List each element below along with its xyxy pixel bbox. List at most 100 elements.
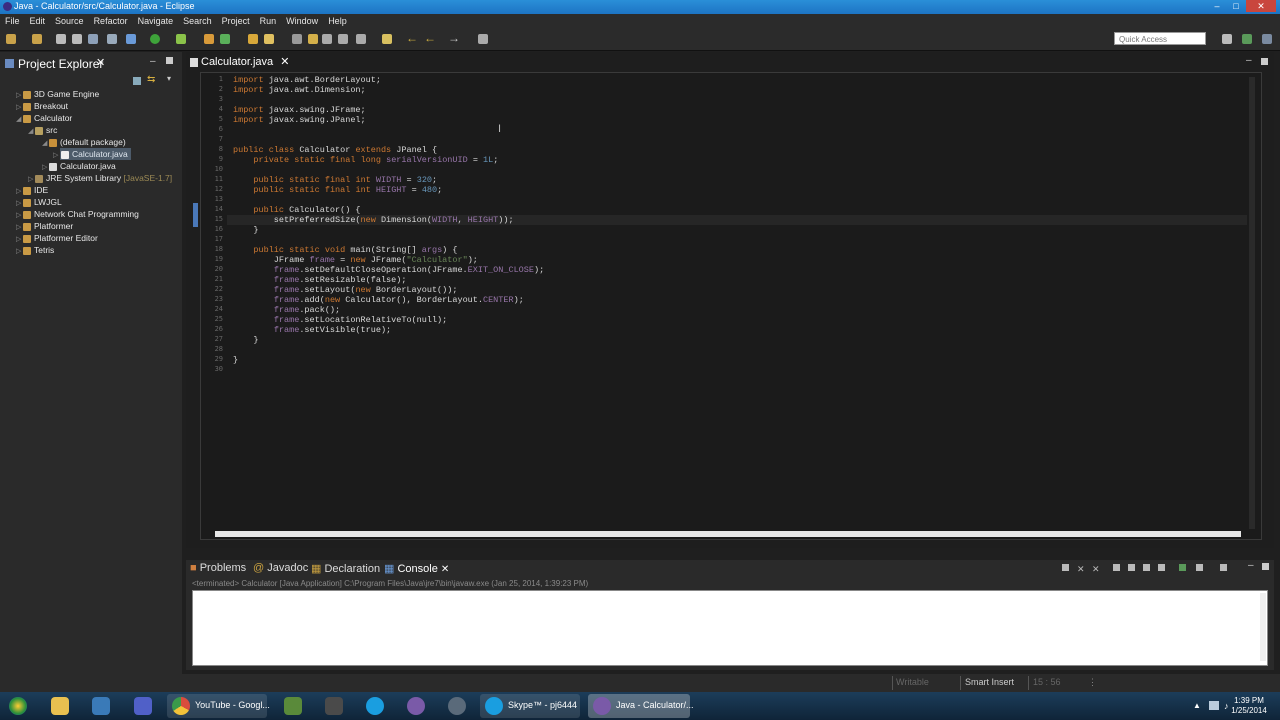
view-menu-icon[interactable]: ▾ [167, 74, 171, 83]
code-line[interactable]: frame.add(new Calculator(), BorderLayout… [233, 295, 524, 305]
toggle-mark-icon[interactable] [292, 34, 302, 44]
tab-javadoc[interactable]: @ Javadoc [253, 562, 308, 574]
sublime-task[interactable] [318, 694, 350, 718]
project-explorer-tab[interactable]: Project Explorer ✕ – [0, 56, 182, 72]
back-arrow-icon[interactable]: ← [406, 31, 418, 45]
scroll-lock-icon[interactable] [1128, 564, 1135, 571]
close-console-icon[interactable]: ✕ [441, 564, 449, 575]
back-history-icon[interactable]: ← [424, 31, 436, 45]
console-scrollbar[interactable] [1260, 593, 1266, 661]
code-line[interactable]: public static final int WIDTH = 320; [233, 175, 437, 185]
remove-launch-icon[interactable]: ✕ [1077, 564, 1085, 575]
debug-perspective-icon[interactable] [1262, 34, 1272, 44]
block-selection-icon[interactable] [338, 34, 348, 44]
settings-icon[interactable] [107, 34, 117, 44]
menu-help[interactable]: Help [323, 14, 352, 28]
explorer-task[interactable] [44, 694, 76, 718]
tree-item-lwjgl[interactable]: ▷ LWJGL [16, 197, 62, 207]
minecraft-task[interactable] [277, 694, 309, 718]
code-line[interactable]: frame.setLayout(new BorderLayout()); [233, 285, 458, 295]
search-icon[interactable] [264, 34, 274, 44]
save-all-icon[interactable] [72, 34, 82, 44]
code-line[interactable]: public static final int HEIGHT = 480; [233, 185, 442, 195]
maximize-icon[interactable] [166, 57, 173, 64]
quick-access-input[interactable]: Quick Access [1114, 32, 1206, 45]
menu-run[interactable]: Run [255, 14, 282, 28]
code-editor[interactable]: I 1 import java.awt.BorderLayout; 2 import … [193, 72, 1262, 540]
code-line[interactable]: public class Calculator extends JPanel { [233, 145, 437, 155]
code-line[interactable]: setPreferredSize(new Dimension(WIDTH, HE… [233, 215, 514, 225]
eclipse-task-active[interactable]: Java - Calculator/... [588, 694, 694, 718]
last-edit-icon[interactable] [382, 34, 392, 44]
clear-console-icon[interactable] [1113, 564, 1120, 571]
app-task-1[interactable] [85, 694, 117, 718]
code-line[interactable]: public static void main(String[] args) { [233, 245, 457, 255]
maximize-panel-icon[interactable] [1262, 563, 1269, 570]
display-console-icon[interactable] [1196, 564, 1203, 571]
new-package-icon[interactable] [220, 34, 230, 44]
tab-console[interactable]: ▦ Console ✕ [384, 562, 449, 575]
pin-editor-icon[interactable] [478, 34, 488, 44]
word-wrap-icon[interactable] [1143, 564, 1150, 571]
menu-edit[interactable]: Edit [25, 14, 51, 28]
start-button[interactable] [2, 694, 34, 718]
tree-item-calculator-java[interactable]: ▷ Calculator.java [42, 161, 116, 171]
tree-item-platformer[interactable]: ▷ Platformer [16, 221, 73, 231]
minimize-panel-icon[interactable]: – [1248, 560, 1254, 571]
code-line[interactable]: } [233, 335, 258, 345]
external-tools-icon[interactable] [176, 34, 186, 44]
tree-item-breakout[interactable]: ▷ Breakout [16, 101, 68, 111]
code-line[interactable]: frame.pack(); [233, 305, 340, 315]
save-icon[interactable] [56, 34, 66, 44]
tree-item-network-chat-programming[interactable]: ▷ Network Chat Programming [16, 209, 139, 219]
chrome-task[interactable]: YouTube - Googl... [167, 694, 270, 718]
show-whitespace-icon[interactable] [322, 34, 332, 44]
menu-refactor[interactable]: Refactor [89, 14, 133, 28]
open-perspective-icon[interactable] [1222, 34, 1232, 44]
window-title-bar[interactable]: Java - Calculator/src/Calculator.java - … [0, 0, 1280, 14]
status-menu-icon[interactable]: ⋮ [1088, 677, 1097, 688]
menu-source[interactable]: Source [50, 14, 89, 28]
steam-task[interactable] [441, 694, 473, 718]
code-line[interactable]: import javax.swing.JFrame; [233, 105, 366, 115]
open-type-icon[interactable] [248, 34, 258, 44]
tree-item-ide[interactable]: ▷ IDE [16, 185, 48, 195]
remove-all-icon[interactable]: ✕ [1092, 564, 1100, 575]
maximize-window-button[interactable]: □ [1227, 0, 1245, 12]
minimize-icon[interactable]: – [150, 56, 156, 67]
tree-item-default-package[interactable]: ◢ (default package) [42, 137, 126, 147]
new-icon[interactable] [6, 34, 16, 44]
menu-search[interactable]: Search [178, 14, 217, 28]
code-line[interactable]: import java.awt.Dimension; [233, 85, 366, 95]
menu-navigate[interactable]: Navigate [133, 14, 179, 28]
terminate-icon[interactable] [1062, 564, 1069, 571]
skype-pinned-task[interactable] [359, 694, 391, 718]
tree-item-calculator[interactable]: ◢ Calculator [16, 113, 72, 123]
java-perspective-icon[interactable] [1242, 34, 1252, 44]
open-console-icon[interactable] [1220, 564, 1227, 571]
code-line[interactable]: import java.awt.BorderLayout; [233, 75, 381, 85]
tree-item-platformer-editor[interactable]: ▷ Platformer Editor [16, 233, 98, 243]
print-icon[interactable] [88, 34, 98, 44]
annotation-icon[interactable] [356, 34, 366, 44]
new-java-project-icon[interactable] [204, 34, 214, 44]
menu-window[interactable]: Window [281, 14, 323, 28]
code-line[interactable]: frame.setVisible(true); [233, 325, 391, 335]
close-tab-icon[interactable]: ✕ [280, 56, 289, 68]
skype-task[interactable]: Skype™ - pj6444 [480, 694, 580, 718]
minimize-window-button[interactable]: – [1208, 0, 1226, 12]
tree-item-tetris[interactable]: ▷ Tetris [16, 245, 54, 255]
vertical-scrollbar[interactable] [1249, 77, 1255, 529]
code-line[interactable]: frame.setResizable(false); [233, 275, 407, 285]
close-window-button[interactable]: ✕ [1246, 0, 1276, 12]
highlight-icon[interactable] [308, 34, 318, 44]
run-icon[interactable] [150, 34, 160, 44]
code-line[interactable]: private static final long serialVersionU… [233, 155, 498, 165]
open-icon[interactable] [32, 34, 42, 44]
code-line[interactable]: frame.setDefaultCloseOperation(JFrame.EX… [233, 265, 544, 275]
menu-file[interactable]: File [0, 14, 25, 28]
tree-item-jre-system-library[interactable]: ▷ JRE System Library [JavaSE-1.7] [28, 173, 172, 183]
tree-item-calculator-java-selected[interactable]: ▷ Calculator.java [53, 148, 131, 160]
forward-arrow-icon[interactable]: → [448, 31, 460, 45]
code-line[interactable]: import javax.swing.JPanel; [233, 115, 366, 125]
